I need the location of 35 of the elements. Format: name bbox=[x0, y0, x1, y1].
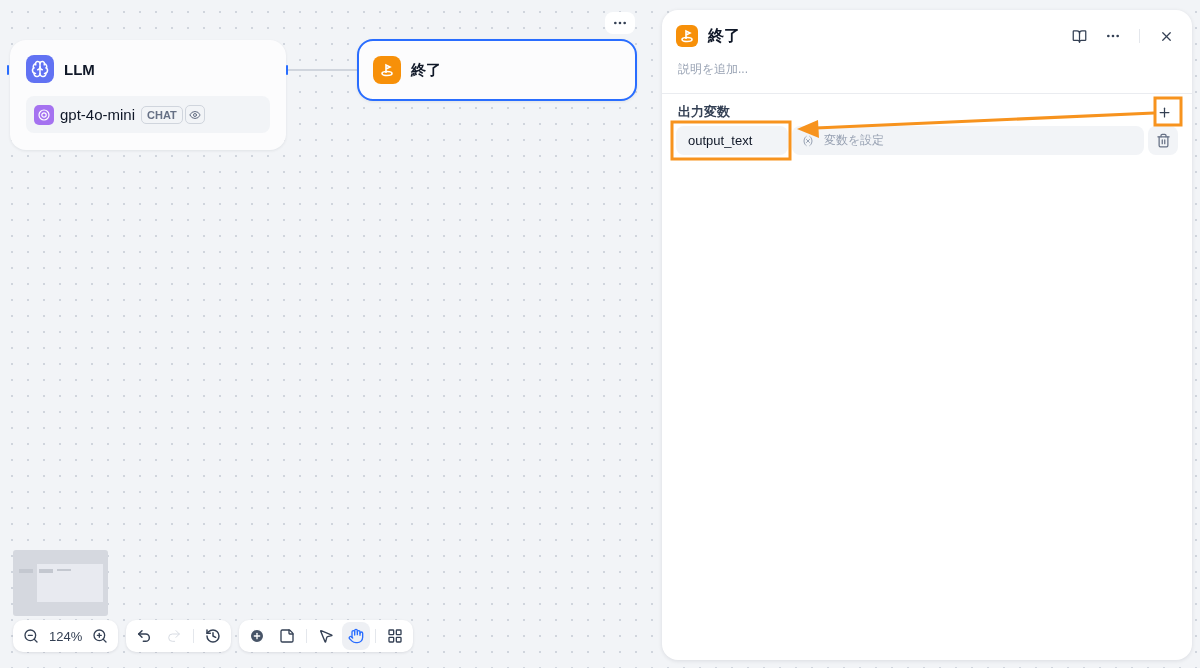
flag-icon bbox=[379, 62, 395, 78]
hand-icon bbox=[348, 628, 365, 644]
more-button[interactable] bbox=[605, 12, 635, 34]
end-node[interactable]: 終了 bbox=[357, 39, 637, 101]
plus-icon bbox=[1156, 104, 1172, 120]
model-name: gpt-4o-mini bbox=[60, 106, 136, 123]
note-icon bbox=[279, 628, 296, 644]
flag-icon bbox=[679, 28, 695, 44]
zoom-in-icon bbox=[92, 628, 109, 644]
mode-badge: CHAT bbox=[141, 105, 183, 124]
panel-title: 終了 bbox=[708, 25, 741, 46]
pointer-icon bbox=[318, 628, 335, 644]
connection-handle[interactable] bbox=[286, 65, 288, 75]
connection-handle[interactable] bbox=[7, 65, 9, 75]
eye-icon bbox=[184, 105, 205, 124]
node-title: LLM bbox=[64, 60, 95, 78]
model-selector[interactable]: gpt-4o-mini CHAT bbox=[26, 96, 270, 133]
variable-placeholder: 変数を設定 bbox=[824, 132, 884, 149]
highlight-frame bbox=[1153, 96, 1183, 127]
llm-node[interactable]: LLM gpt-4o-mini CHAT bbox=[10, 40, 286, 150]
delete-button[interactable] bbox=[1148, 126, 1178, 155]
zoom-out-icon bbox=[23, 628, 39, 644]
add-icon bbox=[249, 628, 266, 644]
model-logo-icon bbox=[34, 104, 54, 125]
trash-icon bbox=[1155, 133, 1171, 148]
edge-line bbox=[288, 69, 358, 71]
variable-name-field[interactable]: output_text bbox=[676, 126, 788, 155]
zoom-level[interactable]: 124% bbox=[47, 628, 85, 644]
book-icon bbox=[1071, 28, 1087, 44]
section-label: 出力変数 bbox=[678, 103, 730, 121]
node-title: 終了 bbox=[411, 60, 441, 80]
organize-icon bbox=[387, 628, 404, 644]
hand-tool[interactable] bbox=[342, 622, 371, 650]
brain-icon bbox=[31, 60, 49, 78]
variable-icon bbox=[802, 134, 814, 147]
